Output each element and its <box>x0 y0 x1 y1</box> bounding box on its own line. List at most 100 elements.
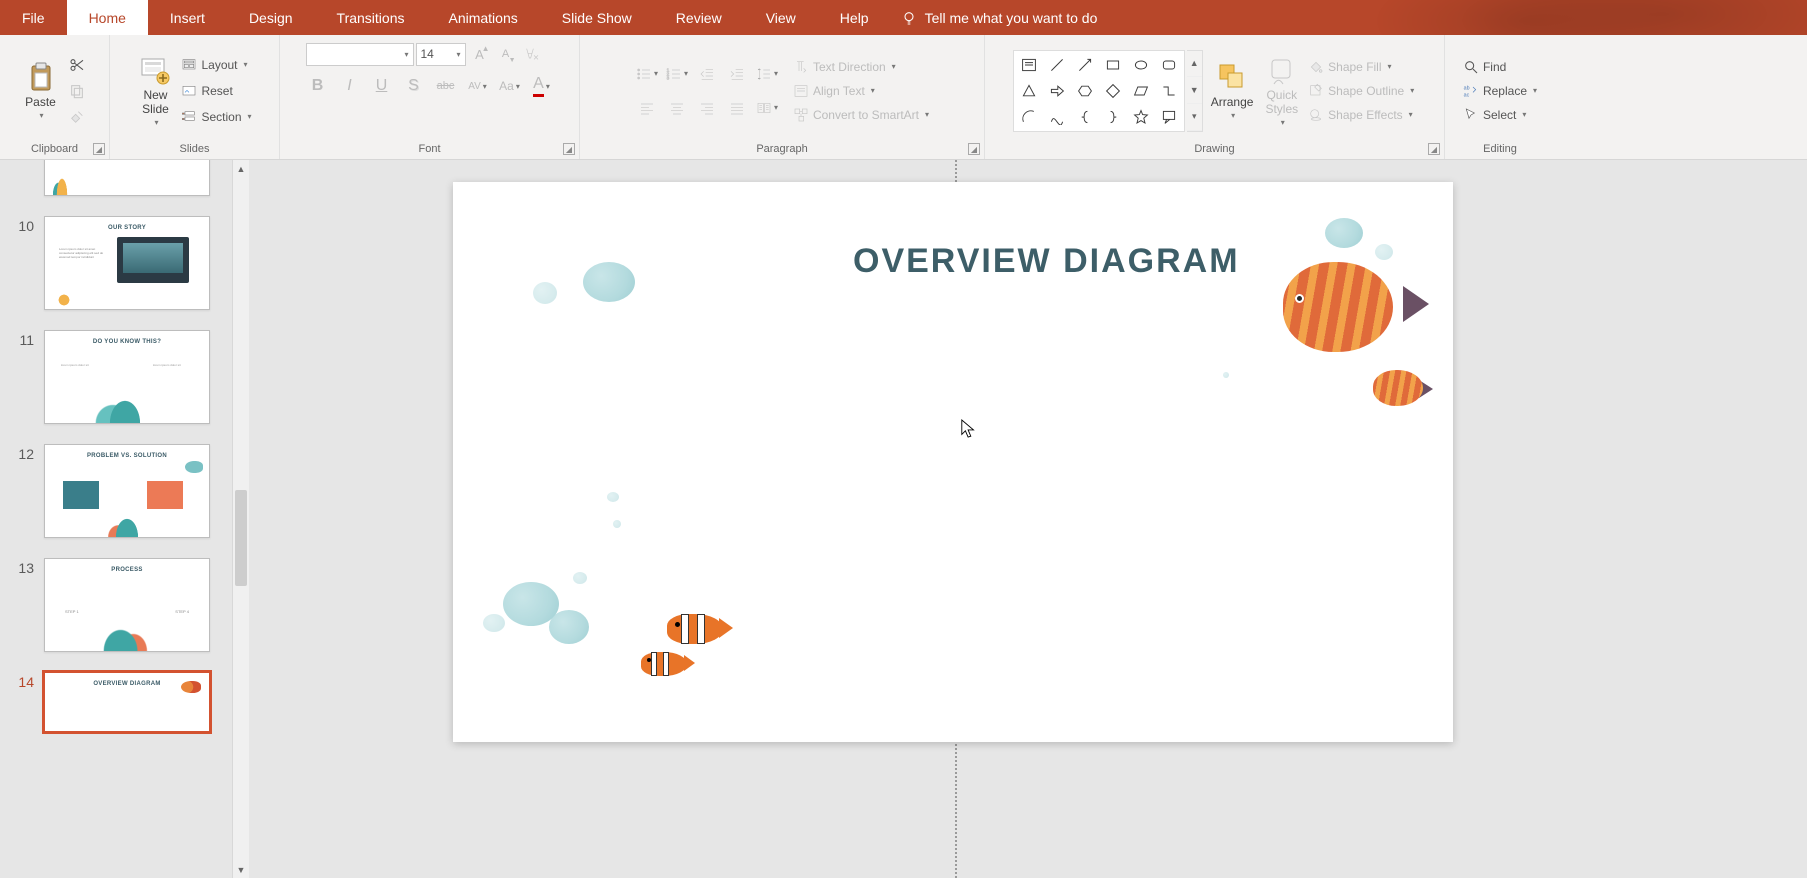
scroll-up-arrow[interactable]: ▲ <box>233 160 249 177</box>
slide[interactable]: OVERVIEW DIAGRAM <box>453 182 1453 742</box>
tell-me-search[interactable]: Tell me what you want to do <box>901 0 1098 35</box>
align-center-button[interactable] <box>665 96 689 120</box>
shape-star[interactable] <box>1128 105 1154 129</box>
shape-arrow-line[interactable] <box>1072 53 1098 77</box>
align-right-icon <box>699 100 715 116</box>
slide-thumbnail-9[interactable] <box>44 160 210 196</box>
decrease-font-button[interactable]: A▼ <box>494 42 518 66</box>
section-button[interactable]: Section▾ <box>179 106 253 128</box>
slide-title-text[interactable]: OVERVIEW DIAGRAM <box>853 242 1240 281</box>
justify-icon <box>729 100 745 116</box>
bold-button[interactable]: B <box>306 74 330 98</box>
tab-file[interactable]: File <box>0 0 67 35</box>
new-slide-button[interactable]: New Slide ▾ <box>135 52 175 129</box>
italic-button[interactable]: I <box>338 74 362 98</box>
gallery-more-icon[interactable]: ▾ <box>1187 104 1202 131</box>
char-spacing-button[interactable]: AV▾ <box>466 74 490 98</box>
line-spacing-button[interactable]: ▾ <box>755 62 779 86</box>
arrange-button[interactable]: Arrange▾ <box>1207 59 1258 122</box>
bullets-button[interactable]: ▾ <box>635 62 659 86</box>
quick-styles-button[interactable]: Quick Styles▾ <box>1261 52 1302 129</box>
reset-button[interactable]: Reset <box>179 80 253 102</box>
font-family-combo[interactable]: ▾ <box>306 43 414 66</box>
font-size-combo[interactable]: 14▾ <box>416 43 466 66</box>
cut-button[interactable] <box>65 53 89 77</box>
underline-button[interactable]: U <box>370 74 394 98</box>
shape-parallelogram[interactable] <box>1128 79 1154 103</box>
big-fish-decoration <box>1273 252 1413 362</box>
justify-button[interactable] <box>725 96 749 120</box>
tab-animations[interactable]: Animations <box>426 0 539 35</box>
shadow-button[interactable]: S <box>402 74 426 98</box>
shapes-gallery-scroll[interactable]: ▲▼▾ <box>1187 50 1203 132</box>
shape-left-brace[interactable] <box>1072 105 1098 129</box>
shapes-gallery[interactable] <box>1013 50 1185 132</box>
tab-home[interactable]: Home <box>67 0 148 35</box>
copy-button[interactable] <box>65 79 89 103</box>
paragraph-dialog-launcher[interactable]: ◢ <box>968 143 980 155</box>
shape-rounded-rect[interactable] <box>1156 53 1182 77</box>
drawing-dialog-launcher[interactable]: ◢ <box>1428 143 1440 155</box>
shape-oval[interactable] <box>1128 53 1154 77</box>
find-button[interactable]: Find <box>1461 56 1539 78</box>
align-left-button[interactable] <box>635 96 659 120</box>
font-color-button[interactable]: A▾ <box>530 74 554 98</box>
text-direction-button[interactable]: Text Direction▾ <box>791 56 931 78</box>
thumb-title: OVERVIEW DIAGRAM <box>93 681 160 687</box>
slide-thumbnail-11[interactable]: DO YOU KNOW THIS? lorem ipsum dolor sit … <box>44 330 210 424</box>
shape-right-arrow[interactable] <box>1044 79 1070 103</box>
thumbnail-strip[interactable]: 10 OUR STORY Lorem ipsum dolor sit amet … <box>0 160 232 878</box>
tab-transitions[interactable]: Transitions <box>315 0 427 35</box>
layout-button[interactable]: Layout▾ <box>179 54 253 76</box>
shape-effects-button[interactable]: Shape Effects▾ <box>1306 104 1416 126</box>
tab-view[interactable]: View <box>744 0 818 35</box>
thumbnail-scrollbar[interactable]: ▲ ▼ <box>232 160 249 878</box>
shape-curve[interactable] <box>1044 105 1070 129</box>
shape-diamond[interactable] <box>1100 79 1126 103</box>
tab-design[interactable]: Design <box>227 0 315 35</box>
slide-thumbnail-12[interactable]: PROBLEM VS. SOLUTION <box>44 444 210 538</box>
gallery-up-icon[interactable]: ▲ <box>1187 51 1202 78</box>
slide-canvas-area[interactable]: OVERVIEW DIAGRAM <box>255 160 1807 878</box>
tab-insert[interactable]: Insert <box>148 0 227 35</box>
shape-hexagon[interactable] <box>1072 79 1098 103</box>
shape-connector[interactable] <box>1156 79 1182 103</box>
tab-slideshow[interactable]: Slide Show <box>540 0 654 35</box>
shape-triangle[interactable] <box>1016 79 1042 103</box>
format-painter-button[interactable] <box>65 105 89 129</box>
change-case-button[interactable]: Aa▾ <box>498 74 522 98</box>
align-text-button[interactable]: Align Text▾ <box>791 80 931 102</box>
shape-right-brace[interactable] <box>1100 105 1126 129</box>
shape-callout[interactable] <box>1156 105 1182 129</box>
tab-review[interactable]: Review <box>654 0 744 35</box>
shape-outline-button[interactable]: Shape Outline▾ <box>1306 80 1416 102</box>
columns-button[interactable]: ▾ <box>755 96 779 120</box>
gallery-down-icon[interactable]: ▼ <box>1187 77 1202 104</box>
slide-thumbnail-10[interactable]: OUR STORY Lorem ipsum dolor sit amet con… <box>44 216 210 310</box>
align-right-button[interactable] <box>695 96 719 120</box>
convert-smartart-button[interactable]: Convert to SmartArt▾ <box>791 104 931 126</box>
shape-outline-label: Shape Outline <box>1328 84 1404 98</box>
scrollbar-thumb[interactable] <box>235 490 247 586</box>
shape-fill-button[interactable]: Shape Fill▾ <box>1306 56 1416 78</box>
shape-textbox[interactable] <box>1016 53 1042 77</box>
tab-help[interactable]: Help <box>818 0 891 35</box>
clipboard-dialog-launcher[interactable]: ◢ <box>93 143 105 155</box>
slide-thumbnail-13[interactable]: PROCESS STEP 1 STEP 4 <box>44 558 210 652</box>
increase-font-button[interactable]: A▲ <box>468 42 492 66</box>
decrease-indent-button[interactable] <box>695 62 719 86</box>
clear-formatting-button[interactable] <box>520 42 544 66</box>
strikethrough-button[interactable]: abc <box>434 74 458 98</box>
shape-arc[interactable] <box>1016 105 1042 129</box>
paste-button[interactable]: Paste ▾ <box>21 59 61 122</box>
scroll-down-arrow[interactable]: ▼ <box>233 861 249 878</box>
font-dialog-launcher[interactable]: ◢ <box>563 143 575 155</box>
slide-thumbnail-14[interactable]: OVERVIEW DIAGRAM <box>44 672 210 732</box>
numbering-button[interactable]: 123▾ <box>665 62 689 86</box>
increase-indent-button[interactable] <box>725 62 749 86</box>
replace-button[interactable]: abacReplace▾ <box>1461 80 1539 102</box>
shape-rectangle[interactable] <box>1100 53 1126 77</box>
titlebar-decoration <box>1107 0 1807 35</box>
select-button[interactable]: Select▾ <box>1461 104 1539 126</box>
shape-line[interactable] <box>1044 53 1070 77</box>
